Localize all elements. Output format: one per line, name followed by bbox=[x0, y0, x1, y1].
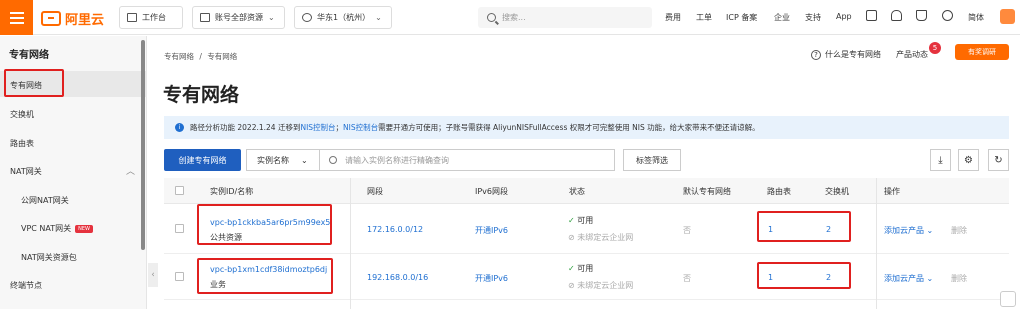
create-vpc-button[interactable]: 创建专有网络 bbox=[164, 149, 241, 171]
chevron-down-icon: ⌄ bbox=[375, 13, 382, 22]
account-resources-dropdown[interactable]: 账号全部资源 ⌄ bbox=[192, 6, 285, 29]
nav-billing[interactable]: 费用 bbox=[665, 12, 681, 23]
col-actions: 操作 bbox=[884, 187, 900, 196]
highlight-box bbox=[757, 211, 851, 242]
bell-icon[interactable] bbox=[891, 10, 902, 21]
region-dropdown[interactable]: 华东1（杭州） ⌄ bbox=[294, 6, 392, 29]
sidebar-item-nat-gateway[interactable]: NAT网关 bbox=[10, 166, 42, 177]
nav-support[interactable]: 支持 bbox=[805, 12, 821, 23]
nis-console-link-2[interactable]: NIS控制台 bbox=[343, 123, 378, 132]
refresh-icon[interactable]: ↻ bbox=[988, 149, 1009, 171]
search-icon bbox=[329, 156, 337, 164]
dynamics-count-badge: 5 bbox=[929, 42, 941, 54]
sidebar-item-public-nat[interactable]: 公网NAT网关 bbox=[21, 195, 69, 206]
avatar[interactable] bbox=[1000, 9, 1015, 24]
workbench-button[interactable]: 工作台 bbox=[119, 6, 183, 29]
download-icon[interactable]: ⤓ bbox=[930, 149, 951, 171]
delete-link[interactable]: 删除 bbox=[951, 225, 967, 236]
notice-banner: i 路径分析功能 2022.1.24 迁移到NIS控制台；NIS控制台需要开通方… bbox=[164, 116, 1009, 139]
breadcrumb-root[interactable]: 专有网络 bbox=[164, 52, 194, 61]
cen-status: ⊘ 未绑定云企业网 bbox=[568, 233, 634, 242]
global-search-input[interactable]: 搜索... bbox=[478, 7, 652, 28]
check-icon: ✓ bbox=[568, 216, 575, 225]
question-icon: ? bbox=[811, 49, 821, 60]
instance-search-input[interactable]: 请输入实例名称进行精确查询 bbox=[320, 149, 615, 171]
col-ipv6: IPv6网段 bbox=[475, 187, 509, 196]
aliyun-logo[interactable]: 阿里云 bbox=[41, 9, 104, 28]
add-cloud-product-dropdown[interactable]: 添加云产品 ⌄ bbox=[884, 273, 933, 284]
sidebar-item-vswitch[interactable]: 交换机 bbox=[10, 109, 34, 120]
image-icon[interactable] bbox=[866, 10, 877, 21]
filter-field-select[interactable]: 实例名称 ⌄ bbox=[246, 149, 320, 171]
highlight-box bbox=[197, 204, 332, 245]
col-vswitch: 交换机 bbox=[825, 187, 849, 196]
col-status: 状态 bbox=[569, 187, 585, 196]
sidebar-title: 专有网络 bbox=[9, 50, 49, 61]
delete-link[interactable]: 删除 bbox=[951, 273, 967, 284]
settings-icon[interactable]: ⚙ bbox=[958, 149, 979, 171]
top-bar: 阿里云 工作台 账号全部资源 ⌄ 华东1（杭州） ⌄ 搜索... 费用 工单 I… bbox=[0, 0, 1020, 35]
default-vpc-value: 否 bbox=[683, 226, 691, 235]
hamburger-menu-icon[interactable] bbox=[0, 0, 33, 35]
enable-ipv6-link[interactable]: 开通IPv6 bbox=[475, 273, 508, 284]
sidebar-collapse-icon[interactable]: ‹ bbox=[148, 263, 158, 287]
location-icon bbox=[302, 13, 312, 22]
status-available: ✓ 可用 bbox=[568, 264, 594, 273]
feedback-icon[interactable] bbox=[1000, 291, 1016, 307]
chevron-down-icon: ⌄ bbox=[301, 155, 308, 165]
resource-icon bbox=[200, 13, 210, 22]
highlight-box bbox=[4, 69, 64, 97]
info-icon: i bbox=[175, 123, 184, 132]
help-icon[interactable] bbox=[942, 10, 953, 21]
nav-enterprise[interactable]: 企业 bbox=[774, 12, 790, 23]
sidebar-item-nat-package[interactable]: NAT网关资源包 bbox=[21, 252, 77, 263]
check-icon: ✓ bbox=[568, 264, 575, 273]
sidebar-item-endpoint[interactable]: 终端节点 bbox=[10, 280, 42, 291]
enable-ipv6-link[interactable]: 开通IPv6 bbox=[475, 225, 508, 236]
cart-icon[interactable] bbox=[916, 10, 927, 21]
what-is-vpc-link[interactable]: ? 什么是专有网络 bbox=[811, 49, 881, 60]
chevron-up-icon[interactable]: ︿ bbox=[126, 164, 135, 177]
sidebar-scrollbar[interactable] bbox=[141, 40, 145, 250]
home-icon bbox=[127, 13, 137, 22]
search-icon bbox=[487, 13, 496, 22]
breadcrumb-current: 专有网络 bbox=[207, 52, 238, 61]
chevron-down-icon: ⌄ bbox=[268, 13, 275, 22]
survey-button[interactable]: 有奖调研 bbox=[955, 44, 1009, 60]
aliyun-logo-icon bbox=[41, 11, 61, 26]
vpc-cidr[interactable]: 192.168.0.0/16 bbox=[367, 273, 428, 282]
nis-console-link[interactable]: NIS控制台 bbox=[300, 123, 335, 132]
sidebar-item-vpc-nat[interactable]: VPC NAT网关 NEW bbox=[21, 223, 93, 234]
page-title: 专有网络 bbox=[163, 84, 240, 106]
product-dynamics-link[interactable]: 产品动态 bbox=[896, 49, 928, 60]
status-available: ✓ 可用 bbox=[568, 216, 594, 225]
highlight-box bbox=[757, 262, 851, 289]
highlight-box bbox=[197, 258, 333, 294]
sidebar-item-route-table[interactable]: 路由表 bbox=[10, 138, 34, 149]
col-cidr: 网段 bbox=[367, 187, 383, 196]
new-badge: NEW bbox=[75, 224, 93, 233]
default-vpc-value: 否 bbox=[683, 274, 691, 283]
nav-tickets[interactable]: 工单 bbox=[696, 12, 712, 23]
breadcrumb: 专有网络 / 专有网络 bbox=[164, 52, 238, 61]
nav-icp[interactable]: ICP 备案 bbox=[726, 12, 757, 23]
vpc-cidr[interactable]: 172.16.0.0/12 bbox=[367, 225, 423, 234]
tag-filter-button[interactable]: 标签筛选 bbox=[623, 149, 681, 171]
col-default-vpc: 默认专有网络 bbox=[683, 187, 731, 196]
add-cloud-product-dropdown[interactable]: 添加云产品 ⌄ bbox=[884, 225, 933, 236]
col-route-table: 路由表 bbox=[767, 187, 791, 196]
nav-app[interactable]: App bbox=[836, 12, 852, 21]
sticky-right-divider bbox=[876, 178, 877, 309]
language-switch[interactable]: 简体 bbox=[968, 12, 984, 23]
cen-status: ⊘ 未绑定云企业网 bbox=[568, 281, 634, 290]
